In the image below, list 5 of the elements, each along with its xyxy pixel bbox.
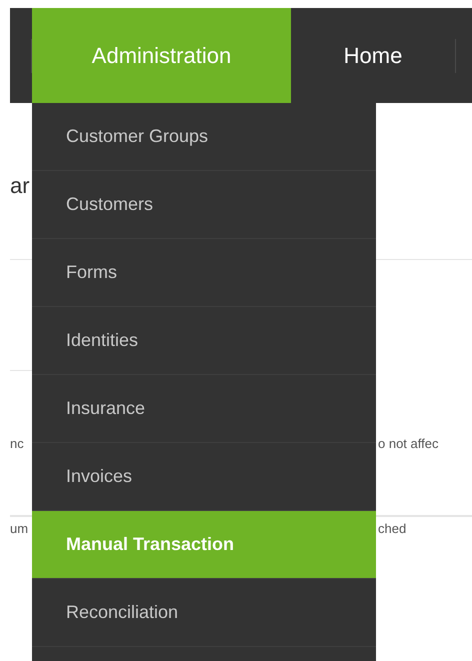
table-cell-text: um: [10, 520, 30, 538]
table-cell-text: nc: [10, 435, 25, 453]
table-cell-text: o not affec: [377, 435, 438, 453]
page-heading: ar: [10, 175, 30, 197]
table-cell-text: ched: [377, 520, 406, 538]
